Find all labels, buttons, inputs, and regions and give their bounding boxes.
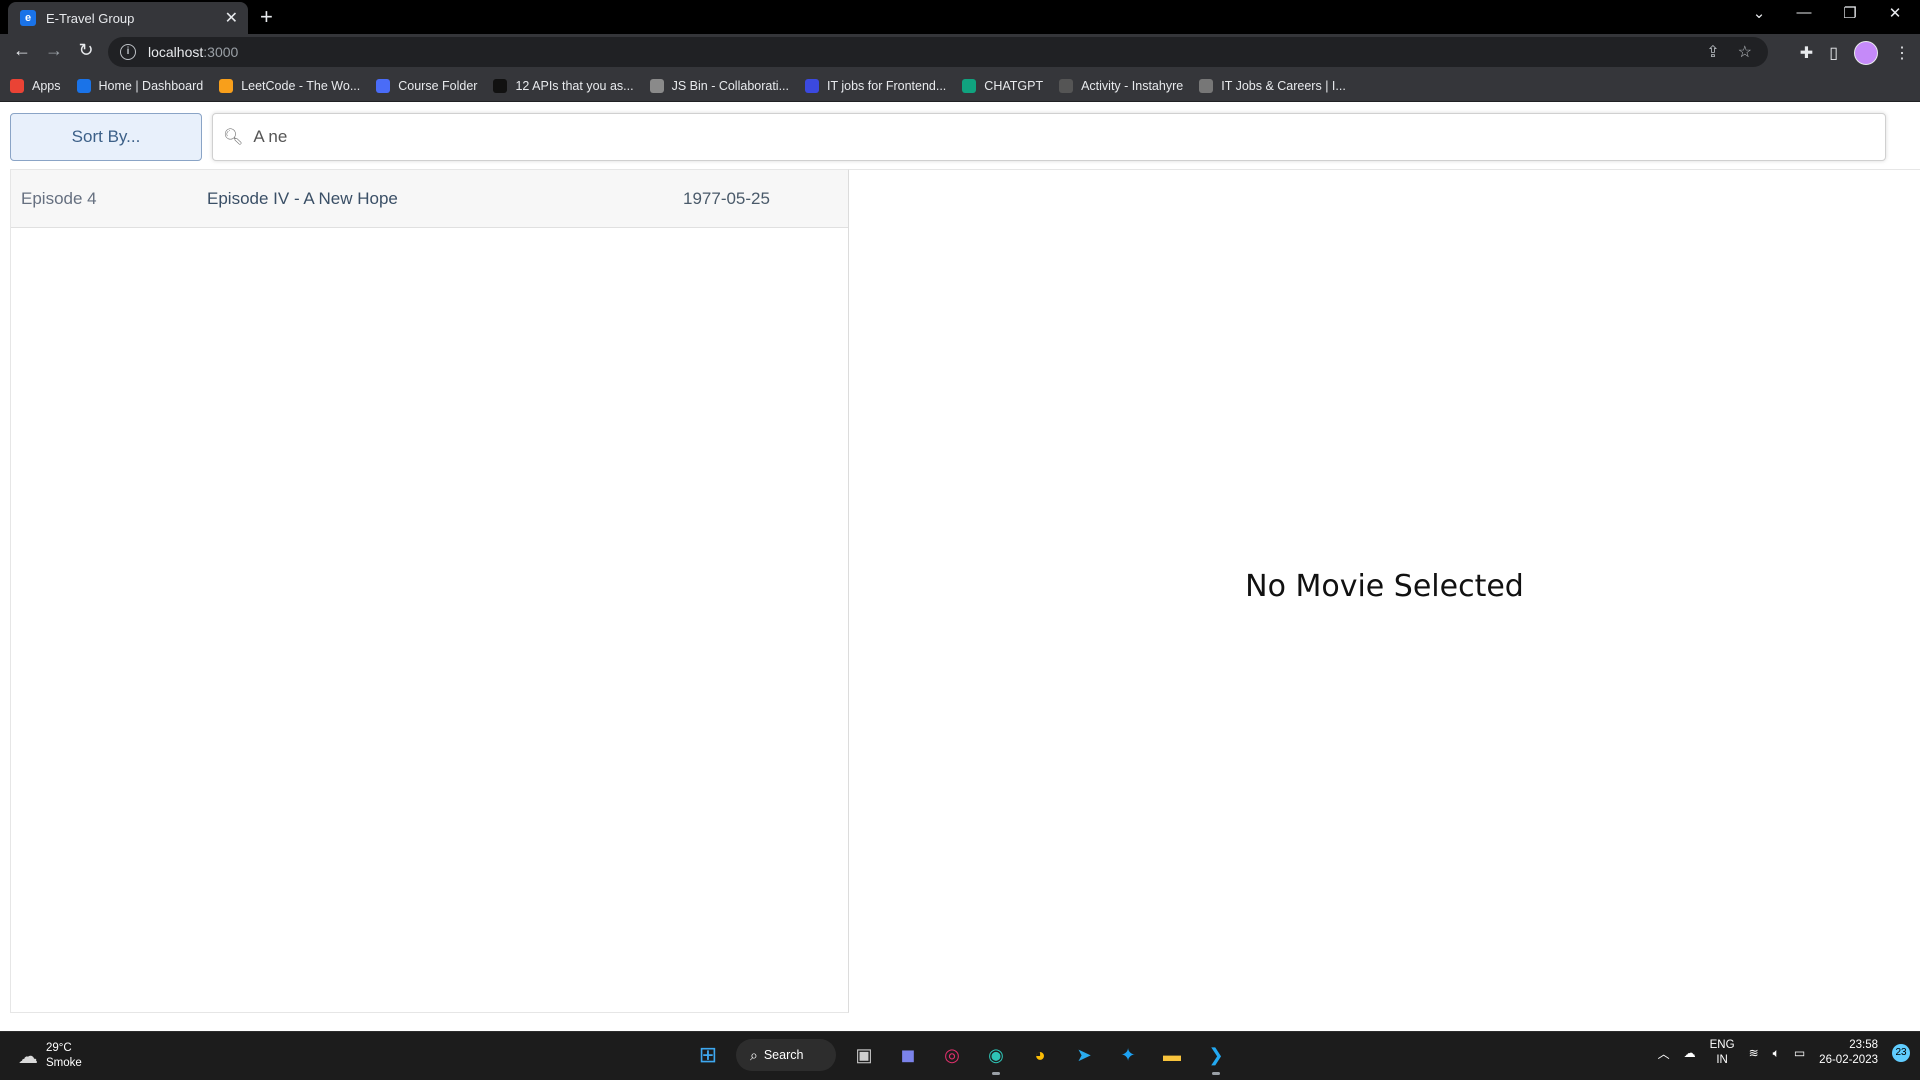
bookmark-label: IT Jobs & Careers | I... xyxy=(1221,78,1346,93)
share-icon[interactable]: ⇪ xyxy=(1706,42,1719,62)
taskbar-search-button[interactable]: ⌕ Search xyxy=(736,1039,836,1071)
movie-title: Episode IV - A New Hope xyxy=(207,188,398,208)
bookmark-label: Apps xyxy=(32,78,61,93)
extensions-icon[interactable]: ✚ xyxy=(1800,43,1813,63)
browser-tab-active[interactable]: e E-Travel Group ✕ xyxy=(8,2,248,34)
bookmark-item[interactable]: Course Folder xyxy=(376,78,478,93)
battery-icon[interactable]: ▭ xyxy=(1794,1046,1805,1060)
search-icon: ⌕ xyxy=(750,1046,758,1063)
close-window-icon[interactable]: ✕ xyxy=(1880,4,1910,22)
bookmark-star-icon[interactable]: ☆ xyxy=(1738,42,1752,62)
browser-toolbar: ← → ↻ i localhost:3000 ⇪ ☆ ✚ ▯ ⋮ xyxy=(0,34,1920,70)
telegram-icon[interactable]: ➤ xyxy=(1068,1039,1100,1071)
site-favicon-icon: e xyxy=(20,10,36,26)
region-code: IN xyxy=(1716,1054,1728,1066)
empty-state-message: No Movie Selected xyxy=(1245,569,1524,604)
wifi-icon[interactable]: ≋ xyxy=(1749,1046,1759,1060)
bookmark-label: Course Folder xyxy=(398,78,478,93)
bookmark-item[interactable]: Activity - Instahyre xyxy=(1059,78,1184,93)
bookmark-item[interactable]: IT jobs for Frontend... xyxy=(805,78,947,93)
twitter-icon[interactable]: ✦ xyxy=(1112,1039,1144,1071)
course-icon xyxy=(376,78,391,93)
bookmark-label: IT jobs for Frontend... xyxy=(827,78,947,93)
minimize-icon[interactable]: — xyxy=(1789,4,1819,21)
tab-title: E-Travel Group xyxy=(46,10,135,26)
itjobs-icon xyxy=(1199,78,1214,93)
vscode-icon[interactable]: ❯ xyxy=(1200,1039,1232,1075)
taskbar-apps: ⊞ ⌕ Search ▣ ◼ ◎ ◉ ◕ ➤ ✦ ▬ ❯ xyxy=(692,1039,1232,1075)
windows-start-icon[interactable]: ⊞ xyxy=(692,1039,724,1071)
file-explorer-icon[interactable]: ▬ xyxy=(1156,1039,1188,1071)
bookmark-label: LeetCode - The Wo... xyxy=(241,78,361,93)
menu-kebab-icon[interactable]: ⋮ xyxy=(1894,43,1910,63)
search-input[interactable] xyxy=(251,126,1885,148)
dev-blue-icon xyxy=(805,78,820,93)
tab-strip: e E-Travel Group ✕ + ⌄ — ❐ ✕ xyxy=(0,0,1920,34)
bookmark-item[interactable]: LeetCode - The Wo... xyxy=(219,78,361,93)
taskbar-search-label: Search xyxy=(763,1048,804,1062)
bookmark-item[interactable]: 12 APIs that you as... xyxy=(493,78,634,93)
teams-chat-icon[interactable]: ◼ xyxy=(892,1039,924,1071)
url-port: :3000 xyxy=(203,44,239,60)
volume-icon[interactable]: 🔈︎ xyxy=(1773,1046,1780,1061)
chrome-browser-icon[interactable]: ◕ xyxy=(1024,1039,1056,1071)
app-page: Sort By... 🔍︎ Episode 4 Episode IV - A N… xyxy=(0,103,1920,1031)
close-tab-icon[interactable]: ✕ xyxy=(225,8,238,28)
bookmark-label: Activity - Instahyre xyxy=(1081,78,1184,93)
chatgpt-icon xyxy=(962,78,977,93)
movie-row[interactable]: Episode 4 Episode IV - A New Hope 1977-0… xyxy=(11,170,848,228)
bookmark-item[interactable]: JS Bin - Collaborati... xyxy=(649,78,790,93)
bookmark-item[interactable]: Apps xyxy=(10,78,61,93)
bookmark-label: JS Bin - Collaborati... xyxy=(671,78,790,93)
jsbin-icon xyxy=(649,78,664,93)
bookmark-item[interactable]: Home | Dashboard xyxy=(76,78,204,93)
tab-search-chevron-icon[interactable]: ⌄ xyxy=(1744,4,1774,22)
search-icon: 🔍︎ xyxy=(223,129,244,146)
movie-episode: Episode 4 xyxy=(21,188,97,208)
sort-by-button[interactable]: Sort By... xyxy=(10,113,202,161)
movie-detail-panel: No Movie Selected xyxy=(849,169,1920,1013)
cloud-icon: ☁ xyxy=(18,1045,38,1068)
reload-icon[interactable]: ↻ xyxy=(74,40,98,61)
system-tray: ︿ ☁ ENG IN ≋ 🔈︎ ▭ 23:58 26-02-2023 23 xyxy=(1658,1038,1910,1068)
k-icon xyxy=(76,78,91,93)
new-tab-icon[interactable]: + xyxy=(260,4,273,30)
address-bar[interactable]: i localhost:3000 ⇪ ☆ xyxy=(108,37,1768,67)
bookmark-label: 12 APIs that you as... xyxy=(515,78,634,93)
url-host: localhost xyxy=(148,44,204,60)
weather-condition: Smoke xyxy=(46,1057,82,1069)
language-indicator[interactable]: ENG IN xyxy=(1710,1038,1735,1068)
chevron-up-icon[interactable]: ︿ xyxy=(1658,1045,1670,1062)
site-info-icon[interactable]: i xyxy=(120,44,136,60)
leetcode-icon xyxy=(219,78,234,93)
language-code: ENG xyxy=(1709,1039,1735,1051)
clock[interactable]: 23:58 26-02-2023 xyxy=(1819,1038,1878,1068)
clock-date: 26-02-2023 xyxy=(1819,1054,1878,1066)
task-view-icon[interactable]: ▣ xyxy=(848,1039,880,1071)
bookmark-label: Home | Dashboard xyxy=(98,78,204,93)
bookmark-label: CHATGPT xyxy=(984,78,1044,93)
bookmark-item[interactable]: CHATGPT xyxy=(962,78,1044,93)
apps-grid-icon xyxy=(10,78,24,93)
bookmarks-bar: Apps Home | Dashboard LeetCode - The Wo...… xyxy=(0,70,1920,102)
windows-taskbar: ☁ 29°C Smoke ⊞ ⌕ Search ▣ ◼ ◎ ◉ ◕ ➤ ✦ ▬ … xyxy=(0,1031,1920,1080)
dev-icon xyxy=(493,78,508,93)
onedrive-cloud-icon[interactable]: ☁ xyxy=(1684,1046,1696,1060)
instahyre-icon xyxy=(1059,78,1074,93)
search-field[interactable]: 🔍︎ xyxy=(212,113,1886,161)
bookmark-item[interactable]: IT Jobs & Careers | I... xyxy=(1199,78,1346,93)
instagram-icon[interactable]: ◎ xyxy=(936,1039,968,1071)
movie-list: Episode 4 Episode IV - A New Hope 1977-0… xyxy=(10,169,849,1013)
back-arrow-icon[interactable]: ← xyxy=(10,40,34,61)
movie-release-date: 1977-05-25 xyxy=(683,188,770,208)
forward-arrow-icon[interactable]: → xyxy=(42,40,66,61)
edge-browser-icon[interactable]: ◉ xyxy=(980,1039,1012,1075)
profile-avatar[interactable] xyxy=(1854,41,1878,65)
weather-widget[interactable]: ☁ 29°C Smoke xyxy=(18,1041,82,1071)
weather-temperature: 29°C xyxy=(46,1042,72,1054)
notification-badge[interactable]: 23 xyxy=(1892,1044,1910,1062)
side-panel-icon[interactable]: ▯ xyxy=(1829,43,1838,63)
restore-icon[interactable]: ❐ xyxy=(1835,4,1865,22)
clock-time: 23:58 xyxy=(1849,1039,1878,1051)
